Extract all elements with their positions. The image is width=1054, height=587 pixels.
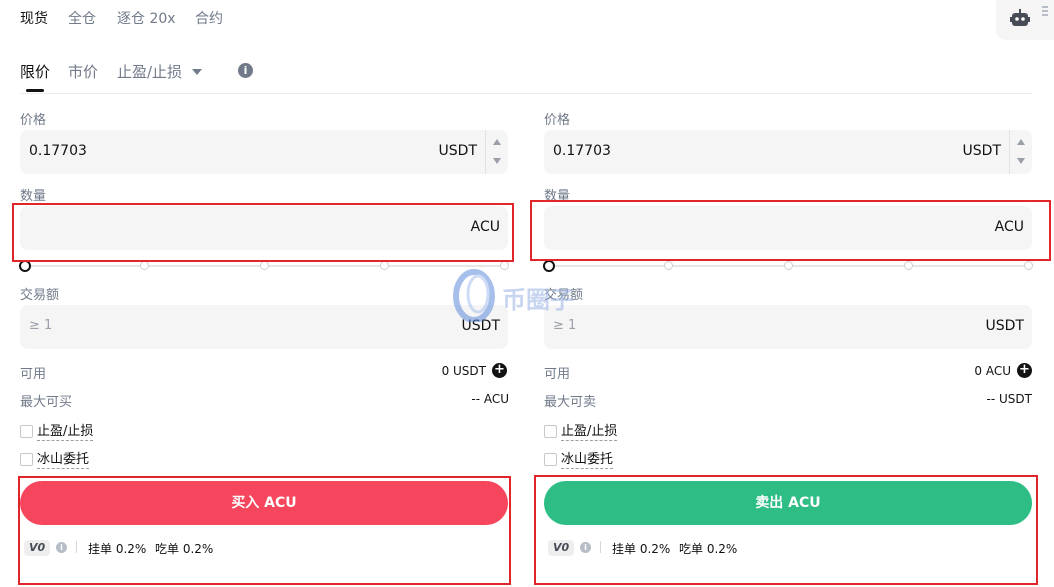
menu-icon: [1042, 6, 1048, 8]
buy-iceberg-label[interactable]: 冰山委托: [37, 452, 90, 469]
decrement-icon[interactable]: [493, 158, 501, 164]
sell-iceberg-checkbox[interactable]: [544, 453, 557, 466]
buy-price-stepper[interactable]: [485, 130, 508, 174]
buy-slider-step-50[interactable]: [260, 261, 269, 270]
sell-price-stepper[interactable]: [1009, 130, 1032, 174]
highlight-sell-amount: [530, 200, 1051, 261]
buy-price-unit: USDT: [438, 143, 477, 159]
buy-slider-step-75[interactable]: [380, 261, 389, 270]
increment-icon[interactable]: [1017, 139, 1025, 145]
highlight-sell-button: [534, 475, 1038, 585]
buy-total-label: 交易额: [20, 288, 60, 303]
sell-deposit-plus-icon[interactable]: +: [1017, 363, 1032, 378]
sell-slider-step-100[interactable]: [1024, 261, 1033, 270]
buy-total-input[interactable]: ≥ 1 USDT: [20, 305, 508, 349]
watermark-logo: 币圈子: [448, 264, 608, 324]
tab-tp-sl[interactable]: 止盈/止损: [117, 61, 182, 82]
robot-icon: [1010, 9, 1030, 26]
tab-cross-margin[interactable]: 全仓: [68, 8, 96, 28]
tab-limit[interactable]: 限价: [20, 61, 50, 82]
chevron-down-icon[interactable]: [192, 69, 202, 75]
sell-available-label: 可用: [544, 367, 571, 382]
sell-total-input[interactable]: ≥ 1 USDT: [544, 305, 1032, 349]
sell-slider-step-75[interactable]: [904, 261, 913, 270]
active-tab-indicator: [26, 89, 44, 92]
tab-market[interactable]: 市价: [68, 61, 98, 82]
sell-slider-step-50[interactable]: [784, 261, 793, 270]
sell-tp-sl-checkbox[interactable]: [544, 425, 557, 438]
sell-slider-step-25[interactable]: [664, 261, 673, 270]
buy-iceberg-checkbox[interactable]: [20, 453, 33, 466]
buy-max-value: -- ACU: [471, 392, 509, 406]
sell-iceberg-label[interactable]: 冰山委托: [561, 452, 614, 469]
decrement-icon[interactable]: [1017, 158, 1025, 164]
highlight-buy-amount: [12, 203, 514, 262]
sell-price-value: 0.17703: [553, 143, 611, 159]
trading-bot-button[interactable]: [996, 0, 1054, 40]
sell-price-unit: USDT: [962, 143, 1001, 159]
divider: [20, 93, 1032, 94]
buy-available-value: 0 USDT: [441, 364, 486, 378]
info-icon[interactable]: i: [238, 63, 253, 78]
sell-max-label: 最大可卖: [544, 395, 597, 410]
increment-icon[interactable]: [493, 139, 501, 145]
sell-available-value: 0 ACU: [974, 364, 1011, 378]
buy-price-input[interactable]: 0.17703 USDT: [20, 130, 508, 174]
watermark-text: 币圈子: [502, 286, 574, 314]
watermark-logo-icon: [453, 269, 495, 322]
menu-icon-line: [1042, 10, 1048, 12]
sell-max-value: -- USDT: [986, 392, 1032, 406]
tab-spot[interactable]: 现货: [20, 8, 48, 28]
buy-deposit-plus-icon[interactable]: +: [492, 363, 507, 378]
buy-price-label: 价格: [20, 113, 47, 128]
buy-slider-step-25[interactable]: [140, 261, 149, 270]
sell-total-unit: USDT: [985, 318, 1024, 334]
buy-total-placeholder: ≥ 1: [29, 318, 53, 333]
tab-isolated-margin[interactable]: 逐仓 20x: [117, 8, 176, 28]
tab-futures[interactable]: 合约: [195, 8, 223, 28]
buy-available-label: 可用: [20, 367, 47, 382]
menu-icon-line: [1042, 14, 1048, 16]
buy-price-value: 0.17703: [29, 143, 87, 159]
buy-tp-sl-checkbox[interactable]: [20, 425, 33, 438]
highlight-buy-button: [18, 476, 511, 585]
buy-amount-label: 数量: [20, 189, 47, 204]
buy-max-label: 最大可买: [20, 395, 73, 410]
sell-price-label: 价格: [544, 113, 571, 128]
sell-price-input[interactable]: 0.17703 USDT: [544, 130, 1032, 174]
sell-tp-sl-label[interactable]: 止盈/止损: [561, 424, 618, 441]
buy-tp-sl-label[interactable]: 止盈/止损: [37, 424, 94, 441]
